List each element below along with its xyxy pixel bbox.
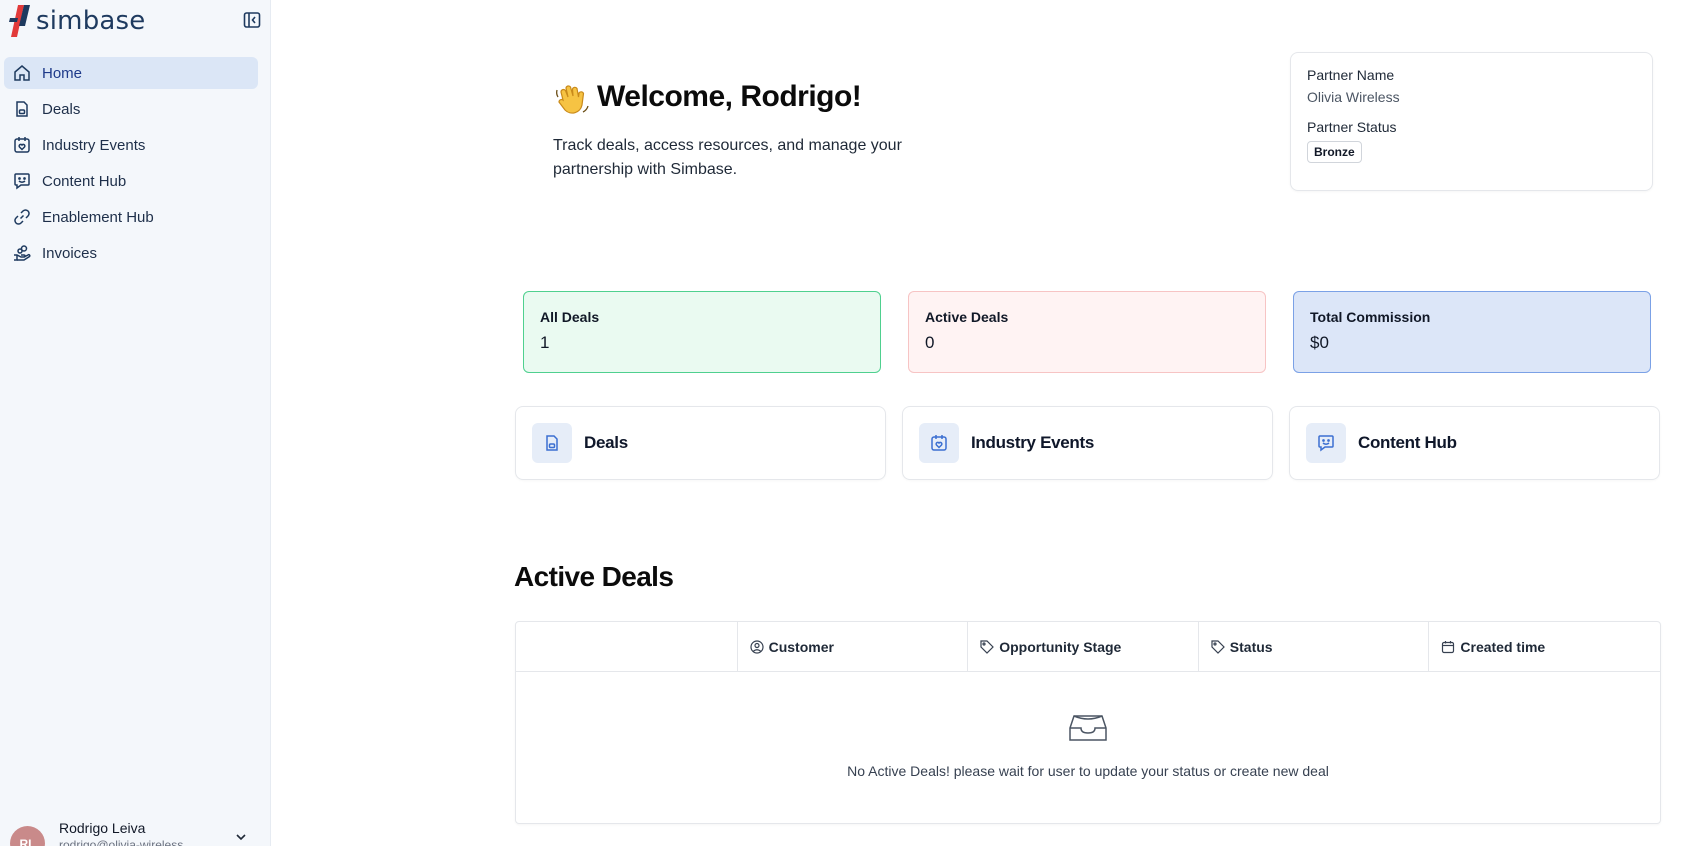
collapse-sidebar-button[interactable] [242, 10, 262, 30]
welcome-subtitle: Track deals, access resources, and manag… [553, 137, 902, 178]
column-label: Customer [768, 639, 834, 655]
quick-link-deals[interactable]: Deals [515, 406, 886, 480]
stat-label: Active Deals [925, 309, 1009, 325]
sidebar-item-label: Home [42, 64, 83, 82]
all-deals-stat: All Deals 1 [523, 291, 881, 373]
partner-name-label: Partner Name [1307, 67, 1395, 83]
calendar-heart-icon [12, 135, 32, 155]
stat-value: $0 [1310, 333, 1329, 352]
stat-label: Total Commission [1310, 309, 1431, 325]
quick-link-label: Content Hub [1358, 433, 1457, 452]
calendar-icon [1441, 640, 1455, 654]
tag-icon [1211, 640, 1225, 654]
user-name: Rodrigo Leiva [59, 820, 146, 836]
user-menu[interactable]: RL Rodrigo Leiva rodrigo@olivia-wireless [10, 820, 260, 846]
total-commission-stat: Total Commission $0 [1293, 291, 1651, 373]
quick-link-label: Industry Events [971, 433, 1095, 452]
quick-link-content-hub[interactable]: Content Hub [1289, 406, 1660, 480]
calendar-heart-icon [919, 423, 959, 463]
column-header-created-time[interactable]: Created time [1429, 622, 1660, 672]
column-label: Opportunity Stage [999, 639, 1122, 655]
home-icon [12, 63, 32, 83]
quick-link-industry-events[interactable]: Industry Events [902, 406, 1273, 480]
column-header-opportunity-stage[interactable]: Opportunity Stage [968, 622, 1199, 672]
sidebar-item-industry-events[interactable]: Industry Events [4, 129, 258, 161]
user-circle-icon [750, 640, 764, 654]
partner-status-label: Partner Status [1307, 119, 1397, 135]
sidebar: simbase Home Deals Industry Events Conte… [0, 0, 271, 846]
document-icon [532, 423, 572, 463]
stat-value: 0 [925, 333, 935, 352]
active-deals-stat: Active Deals 0 [908, 291, 1266, 373]
sidebar-nav: Home Deals Industry Events Content Hub E… [4, 57, 258, 273]
hand-coins-icon [12, 243, 32, 263]
brand-logo[interactable]: simbase [8, 2, 263, 40]
inbox-icon [1069, 715, 1107, 741]
sidebar-item-label: Invoices [42, 244, 98, 262]
sidebar-collapse-icon [243, 12, 261, 28]
status-badge: Bronze [1307, 141, 1362, 163]
waving-hand-icon [556, 85, 589, 114]
user-email: rodrigo@olivia-wireless [59, 838, 184, 846]
tag-icon [980, 640, 995, 654]
sidebar-item-label: Content Hub [42, 172, 127, 190]
quick-link-label: Deals [584, 433, 628, 452]
stat-label: All Deals [540, 309, 600, 325]
avatar: RL [10, 826, 45, 846]
sidebar-item-content-hub[interactable]: Content Hub [4, 165, 258, 197]
sidebar-item-label: Industry Events [42, 136, 146, 154]
link-icon [12, 207, 32, 227]
active-deals-table: Customer Opportunity Stage Status Create… [515, 621, 1661, 824]
sidebar-item-label: Enablement Hub [42, 208, 154, 226]
table-header: Customer Opportunity Stage Status Create… [516, 622, 1660, 672]
column-label: Created time [1460, 639, 1546, 655]
simbase-logo-icon [9, 5, 30, 37]
column-label: Status [1229, 639, 1273, 655]
partner-name-value: Olivia Wireless [1307, 89, 1400, 105]
empty-state: No Active Deals! please wait for user to… [516, 712, 1660, 779]
user-info: Rodrigo Leiva rodrigo@olivia-wireless [59, 820, 183, 846]
sidebar-item-enablement-hub[interactable]: Enablement Hub [4, 201, 258, 233]
stat-value: 1 [540, 333, 550, 352]
chat-smile-icon [12, 171, 32, 191]
column-header-status[interactable]: Status [1199, 622, 1430, 672]
sidebar-item-deals[interactable]: Deals [4, 93, 258, 125]
partner-info-card: Partner Name Olivia Wireless Partner Sta… [1290, 52, 1653, 191]
chevron-down-icon[interactable] [234, 830, 248, 846]
table-header-blank [516, 622, 738, 672]
column-header-customer[interactable]: Customer [738, 622, 969, 672]
document-icon [12, 99, 32, 119]
empty-state-text: No Active Deals! please wait for user to… [847, 763, 1329, 779]
chat-smile-icon [1306, 423, 1346, 463]
brand-name: simbase [36, 6, 146, 36]
sidebar-item-home[interactable]: Home [4, 57, 258, 89]
sidebar-item-invoices[interactable]: Invoices [4, 237, 258, 269]
page-title: Welcome, Rodrigo! [597, 80, 862, 113]
active-deals-title: Active Deals [514, 561, 674, 592]
sidebar-item-label: Deals [42, 100, 81, 118]
